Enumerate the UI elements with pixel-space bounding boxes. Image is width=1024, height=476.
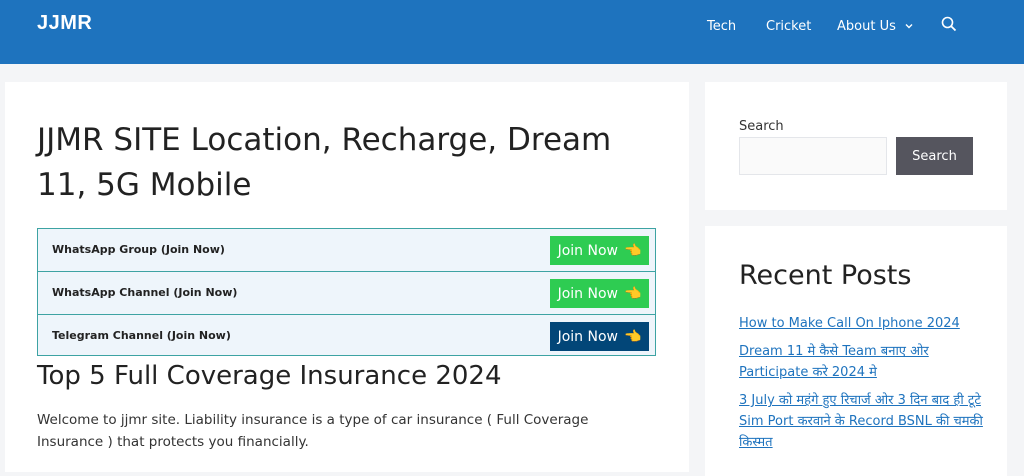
join-now-button-whatsapp-group[interactable]: Join Now 👈 [550, 236, 649, 265]
pointing-hand-icon: 👈 [623, 285, 642, 302]
nav-item-cricket[interactable]: Cricket [766, 16, 811, 36]
chevron-down-icon [905, 24, 913, 29]
join-row-telegram-channel: Telegram Channel (Join Now) Join Now 👈 [38, 315, 655, 358]
recent-post-link[interactable]: Dream 11 मे कैसे Team बनाए ओर Participat… [739, 341, 984, 383]
join-row-label: WhatsApp Group (Join Now) [52, 243, 225, 256]
nav-item-tech[interactable]: Tech [707, 16, 736, 36]
section-heading: Top 5 Full Coverage Insurance 2024 [37, 361, 502, 391]
site-logo[interactable]: JJMR [37, 12, 92, 35]
recent-post-link[interactable]: How to Make Call On Iphone 2024 [739, 313, 984, 334]
recent-posts-widget: Recent Posts How to Make Call On Iphone … [705, 226, 1007, 476]
join-row-label: Telegram Channel (Join Now) [52, 329, 231, 342]
nav-item-label: About Us [837, 18, 896, 34]
join-button-label: Join Now [557, 328, 618, 345]
pointing-hand-icon: 👈 [623, 328, 642, 345]
join-now-button-telegram-channel[interactable]: Join Now 👈 [550, 322, 649, 351]
nav-item-about-us[interactable]: About Us [837, 16, 914, 36]
join-row-whatsapp-group: WhatsApp Group (Join Now) Join Now 👈 [38, 229, 655, 272]
recent-post-link[interactable]: 3 July को महंगे हुए रिचार्ज ओर 3 दिन बाद… [739, 390, 984, 453]
join-now-button-whatsapp-channel[interactable]: Join Now 👈 [550, 279, 649, 308]
join-box: WhatsApp Group (Join Now) Join Now 👈 Wha… [37, 228, 656, 356]
search-widget: Search Search [705, 82, 1007, 210]
intro-paragraph: Welcome to jjmr site. Liability insuranc… [37, 412, 589, 450]
join-button-label: Join Now [557, 242, 618, 259]
pointing-hand-icon: 👈 [623, 242, 642, 259]
page-title: JJMR SITE Location, Recharge, Dream 11, … [37, 122, 612, 203]
search-label: Search [739, 119, 784, 134]
site-header: JJMR Tech Cricket About Us [0, 0, 1024, 64]
search-button[interactable]: Search [896, 137, 973, 175]
join-row-whatsapp-channel: WhatsApp Channel (Join Now) Join Now 👈 [38, 272, 655, 315]
search-icon[interactable] [941, 16, 957, 32]
join-button-label: Join Now [557, 285, 618, 302]
recent-posts-title: Recent Posts [739, 260, 912, 291]
search-input[interactable] [739, 137, 887, 175]
join-row-label: WhatsApp Channel (Join Now) [52, 286, 238, 299]
